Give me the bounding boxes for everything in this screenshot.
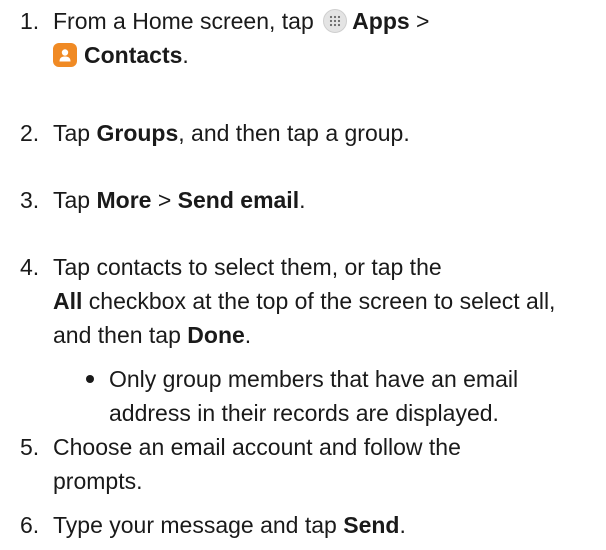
step-text: Tap Groups, and then tap a group. <box>53 116 593 150</box>
step-text: Choose an email account and follow the p… <box>53 434 461 494</box>
separator: > <box>157 187 172 213</box>
contacts-icon <box>53 43 77 67</box>
step-suffix: . <box>244 322 252 348</box>
send-label: Send <box>343 512 400 538</box>
send-email-label: Send email <box>177 187 300 213</box>
bullet-dot <box>86 375 94 383</box>
bullet-text: Only group members that have an email ad… <box>109 366 519 426</box>
step-prefix: From a Home screen, tap <box>53 8 314 34</box>
step-text: Tap More > Send email. <box>53 183 593 217</box>
contacts-label: Contacts <box>84 42 183 68</box>
more-label: More <box>96 187 152 213</box>
step-suffix: , and then tap a group. <box>178 120 410 146</box>
step-number: 1. <box>20 8 40 34</box>
step-middle: checkbox at the top of the screen to sel… <box>53 288 556 348</box>
step-text: Tap contacts to select them, or tap the … <box>53 250 593 352</box>
step-prefix: Tap contacts to select them, or tap the <box>53 254 442 280</box>
groups-label: Groups <box>96 120 179 146</box>
step-number: 4. <box>20 254 40 280</box>
step-text: From a Home screen, tap Apps > Contacts. <box>53 4 593 72</box>
step-number: 5. <box>20 434 40 460</box>
all-label: All <box>53 288 83 314</box>
step-prefix: Tap <box>53 187 91 213</box>
step-suffix: . <box>182 42 189 68</box>
step-suffix: . <box>399 512 406 538</box>
step-number: 6. <box>20 512 40 538</box>
step-number: 3. <box>20 187 40 213</box>
instruction-list: 1. From a Home screen, tap Apps > Contac… <box>0 0 606 550</box>
step-text: Type your message and tap Send. <box>53 508 593 542</box>
step-prefix: Tap <box>53 120 91 146</box>
apps-label: Apps <box>352 8 410 34</box>
apps-grid-icon <box>323 9 348 33</box>
step-prefix: Type your message and tap <box>53 512 337 538</box>
step-suffix: . <box>299 187 306 213</box>
step-number: 2. <box>20 120 40 146</box>
separator: > <box>416 8 430 34</box>
done-label: Done <box>187 322 245 348</box>
